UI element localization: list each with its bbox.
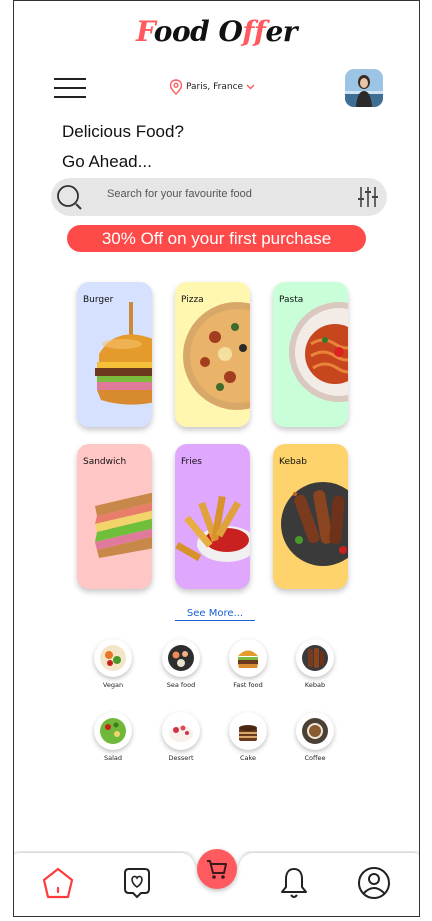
category-label: Sea food <box>166 681 196 689</box>
logo-part: er <box>265 15 298 48</box>
search-icon[interactable] <box>55 183 83 211</box>
category-label: Cake <box>239 754 257 762</box>
promo-banner[interactable]: 30% Off on your first purchase <box>67 225 366 252</box>
location-selector[interactable]: Paris, France <box>169 79 255 95</box>
sea-food-icon <box>162 639 200 677</box>
card-label: Burger <box>83 295 114 305</box>
bottom-nav <box>14 849 419 916</box>
category-vegan[interactable]: Vegan <box>83 639 143 689</box>
food-card-pasta[interactable]: Pasta <box>273 282 348 427</box>
greeting-line-1: Delicious Food? <box>62 122 184 141</box>
category-salad[interactable]: Salad <box>83 712 143 762</box>
coffee-icon <box>296 712 334 750</box>
vegan-icon <box>94 639 132 677</box>
fast-food-icon <box>229 639 267 677</box>
app-logo: Food Offer <box>14 15 419 48</box>
category-fast-food[interactable]: Fast food <box>218 639 278 689</box>
food-card-sandwich[interactable]: Sandwich <box>77 444 152 589</box>
greeting-line-2: Go Ahead... <box>62 152 152 171</box>
logo-part: ff <box>242 15 266 48</box>
menu-line <box>54 96 86 98</box>
avatar[interactable] <box>345 69 383 107</box>
cart-icon <box>207 860 227 879</box>
cart-button[interactable] <box>197 849 237 889</box>
home-icon[interactable] <box>41 866 75 900</box>
location-label: Paris, France <box>186 82 244 92</box>
category-cake[interactable]: Cake <box>218 712 278 762</box>
profile-icon[interactable] <box>357 866 391 900</box>
notifications-icon[interactable] <box>279 866 309 900</box>
category-label: Kebab <box>304 681 326 689</box>
category-dessert[interactable]: Dessert <box>151 712 211 762</box>
search-input[interactable] <box>107 188 327 200</box>
category-label: Coffee <box>304 754 326 762</box>
dessert-icon <box>162 712 200 750</box>
logo-part: ood O <box>153 15 243 48</box>
menu-line <box>54 78 86 80</box>
food-card-fries[interactable]: Fries <box>175 444 250 589</box>
card-label: Sandwich <box>83 457 127 467</box>
app-screen: Food Offer Paris, France Delicious Food?… <box>13 0 420 917</box>
menu-line <box>54 87 86 89</box>
card-label: Pizza <box>181 295 204 305</box>
category-label: Vegan <box>102 681 124 689</box>
category-label: Salad <box>103 754 123 762</box>
chevron-down-icon <box>246 84 255 90</box>
favorites-icon[interactable] <box>121 867 153 899</box>
card-label: Kebab <box>279 457 307 467</box>
category-coffee[interactable]: Coffee <box>285 712 345 762</box>
category-label: Fast food <box>233 681 263 689</box>
food-card-pizza[interactable]: Pizza <box>175 282 250 427</box>
card-label: Fries <box>181 457 202 467</box>
location-pin-icon <box>169 79 183 95</box>
logo-part: F <box>135 15 154 48</box>
menu-button[interactable] <box>54 78 86 100</box>
filter-icon[interactable] <box>357 185 379 209</box>
category-label: Dessert <box>168 754 194 762</box>
kebab-icon <box>296 639 334 677</box>
cake-icon <box>229 712 267 750</box>
see-more-link[interactable]: See More... <box>175 608 255 621</box>
card-label: Pasta <box>279 295 304 305</box>
category-sea-food[interactable]: Sea food <box>151 639 211 689</box>
food-card-kebab[interactable]: Kebab <box>273 444 348 589</box>
search-bar <box>51 178 387 216</box>
category-kebab[interactable]: Kebab <box>285 639 345 689</box>
food-card-burger[interactable]: Burger <box>77 282 152 427</box>
salad-icon <box>94 712 132 750</box>
